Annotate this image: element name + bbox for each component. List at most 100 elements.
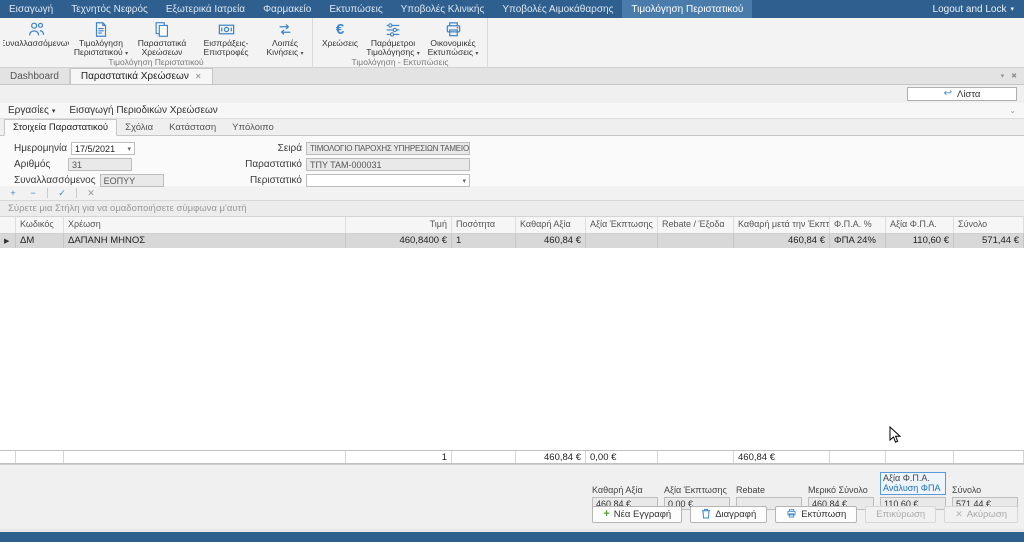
totals-panel: Καθαρή Αξία 460,84 € Αξία Έκπτωσης 0,00 … xyxy=(592,472,1018,510)
series-label: Σειρά xyxy=(238,143,302,154)
ribbon-tab-texnitos-nefros[interactable]: Τεχνητός Νεφρός xyxy=(62,0,157,18)
cell-synolo: 571,44 € xyxy=(954,234,1024,248)
new-record-button[interactable]: + Νέα Εγγραφή xyxy=(592,506,682,523)
payments-icon xyxy=(217,20,236,39)
form-tab-katastasi[interactable]: Κατάσταση xyxy=(161,120,224,135)
ribbon-button-label: Συναλλασσόμενων xyxy=(3,38,69,48)
grid-header-kodikos[interactable]: Κωδικός xyxy=(16,217,64,233)
action-button-row: + Νέα Εγγραφή Διαγραφή Εκτύπωση xyxy=(592,506,1018,523)
grid-header-rebate-eksoda[interactable]: Rebate / Έξοδα xyxy=(658,217,734,233)
ribbon-tab-ypovoles-klinikis[interactable]: Υποβολές Κλινικής xyxy=(392,0,494,18)
cell-rebate-eksoda xyxy=(658,234,734,248)
form-tab-sxolia[interactable]: Σχόλια xyxy=(117,120,161,135)
ribbon-group-timologisi-ektyposeis: € Χρεώσεις Παράμετροι Τιμολόγησης ▾ xyxy=(313,18,488,67)
printer-icon xyxy=(786,508,797,522)
plus-icon: + xyxy=(603,509,609,520)
grid-header-aksia-ekptosis[interactable]: Αξία Έκπτωσης xyxy=(586,217,658,233)
view-subheader: ↩ Λίστα xyxy=(0,85,1024,103)
cancel-label: Ακύρωση xyxy=(967,509,1007,520)
date-field[interactable]: 17/5/2021 ▾ xyxy=(71,142,135,155)
close-icon[interactable]: ✕ xyxy=(195,72,202,81)
grid-row[interactable]: ▶ ΔΜ ΔΑΠΑΝΗ ΜΗΝΟΣ 460,8400 € 1 460,84 € … xyxy=(0,234,1024,248)
ribbon-tab-exoterika-iatreia[interactable]: Εξωτερικά Ιατρεία xyxy=(157,0,254,18)
ribbon-button-label: Λοιπές Κινήσεις xyxy=(267,38,299,57)
documents-icon xyxy=(153,20,171,39)
cell-kathari-meta-ekpt: 460,84 € xyxy=(734,234,830,248)
x-icon: ✕ xyxy=(87,188,95,199)
print-button[interactable]: Εκτύπωση xyxy=(775,506,857,523)
trash-icon xyxy=(701,508,711,522)
validate-button: Επικύρωση xyxy=(865,506,936,523)
contacts-icon xyxy=(27,20,46,39)
application-window: Εισαγωγή Τεχνητός Νεφρός Εξωτερικά Ιατρε… xyxy=(0,0,1024,542)
mouse-cursor xyxy=(889,426,901,444)
toolbar-separator xyxy=(47,188,48,198)
add-row-button[interactable]: + xyxy=(4,187,22,200)
form-tab-ypoloipo[interactable]: Υπόλοιπο xyxy=(224,120,282,135)
delete-button[interactable]: Διαγραφή xyxy=(690,506,767,523)
collapse-chevron-icon[interactable]: ⌄ xyxy=(1009,106,1016,115)
ribbon-button-parametroi-timologisis[interactable]: Παράμετροι Τιμολόγησης ▾ xyxy=(364,19,422,57)
ribbon-tab-timologisi-peristatikou[interactable]: Τιμολόγηση Περιστατικού xyxy=(622,0,752,18)
cell-aksia-ekptosis xyxy=(586,234,658,248)
cell-kathari-aksia: 460,84 € xyxy=(516,234,586,248)
tab-list-chevron-icon[interactable]: ▾ xyxy=(1001,72,1005,80)
form-tab-stoixeia-parastatikou[interactable]: Στοιχεία Παραστατικού xyxy=(4,119,117,136)
ribbon-tab-farmakeio[interactable]: Φαρμακείο xyxy=(254,0,320,18)
number-label: Αριθμός xyxy=(14,159,64,170)
periodic-charges-menu-item[interactable]: Εισαγωγή Περιοδικών Χρεώσεων xyxy=(69,105,217,116)
logout-button[interactable]: Logout and Lock ▾ xyxy=(923,0,1024,18)
vat-analysis-link[interactable]: Ανάλυση ΦΠΑ xyxy=(883,483,943,493)
ribbon-button-label: Εισπράξεις-Επιστροφές xyxy=(204,38,249,57)
ribbon-button-label: Τιμολόγηση Περιστατικού xyxy=(74,38,123,57)
cancel-edit-button[interactable]: ✕ xyxy=(82,187,100,200)
plus-icon: + xyxy=(10,188,15,198)
euro-icon: € xyxy=(336,20,344,39)
document-field: ΤΠΥ ΤΑΜ-000031 xyxy=(306,158,470,171)
grid-body[interactable] xyxy=(0,248,1024,450)
doc-tab-label: Παραστατικά Χρεώσεων xyxy=(81,71,189,82)
ribbon-button-synallassomenon[interactable]: Συναλλασσόμενων xyxy=(3,19,69,57)
apply-button[interactable]: ✓ xyxy=(53,187,71,200)
ribbon-tab-eisagogi[interactable]: Εισαγωγή xyxy=(0,0,62,18)
tab-close-icon[interactable]: ✖ xyxy=(1011,72,1017,80)
series-field: ΤΙΜΟΛΟΓΙΟ ΠΑΡΟΧΗΣ ΥΠΗΡΕΣΙΩΝ ΤΑΜΕΙΟΥ xyxy=(306,142,470,155)
grid-header-fpa-pct[interactable]: Φ.Π.Α. % xyxy=(830,217,886,233)
delete-label: Διαγραφή xyxy=(715,509,756,520)
chevron-down-icon: ▾ xyxy=(128,145,132,153)
ribbon-button-oikonomikes-ektyposeis[interactable]: Οικονομικές Εκτυπώσεις ▾ xyxy=(422,19,484,57)
minus-icon: − xyxy=(30,188,35,198)
toolbar-separator xyxy=(76,188,77,198)
grid-header-xreosi[interactable]: Χρέωση xyxy=(64,217,346,233)
grid-header-aksia-fpa[interactable]: Αξία Φ.Π.Α. xyxy=(886,217,954,233)
doc-tab-parastatika-xreoseon[interactable]: Παραστατικά Χρεώσεων ✕ xyxy=(70,68,213,84)
grid-header-synolo[interactable]: Σύνολο xyxy=(954,217,1024,233)
settings-icon xyxy=(384,20,402,39)
total-grand-label: Σύνολο xyxy=(952,485,1018,495)
ribbon-button-xreoseis[interactable]: € Χρεώσεις xyxy=(316,19,364,57)
incident-combo[interactable]: ▾ xyxy=(306,174,470,187)
grid-header-kathari-meta-ekpt[interactable]: Καθαρή μετά την Έκπτ. xyxy=(734,217,830,233)
grid-header-posotita[interactable]: Ποσότητα xyxy=(452,217,516,233)
ribbon-button-eisprakseis-epistrofes[interactable]: Εισπράξεις-Επιστροφές xyxy=(191,19,261,57)
ribbon-group-caption: Τιμολόγηση - Εκτυπώσεις xyxy=(313,57,487,68)
grid-header-timi[interactable]: Τιμή xyxy=(346,217,452,233)
ribbon-button-loipes-kiniseis[interactable]: Λοιπές Κινήσεις ▾ xyxy=(261,19,309,57)
cancel-button: ✕ Ακύρωση xyxy=(944,506,1018,523)
ribbon-tab-ektyposeis[interactable]: Εκτυπώσεις xyxy=(320,0,391,18)
doc-tab-dashboard[interactable]: Dashboard xyxy=(0,68,70,84)
tasks-menu[interactable]: Εργασίες ▾ xyxy=(8,105,55,116)
ribbon-button-label: Οικονομικές Εκτυπώσεις xyxy=(428,38,476,57)
list-button[interactable]: ↩ Λίστα xyxy=(907,87,1017,101)
incident-label: Περιστατικό xyxy=(238,175,302,186)
grid-group-panel[interactable]: Σύρετε μια Στήλη για να ομαδοποιήσετε σύ… xyxy=(0,201,1024,217)
ribbon-button-parastatika-xreoseon[interactable]: Παραστατικά Χρεώσεων xyxy=(133,19,191,57)
cell-posotita: 1 xyxy=(452,234,516,248)
ribbon-tab-ypovoles-aimokatharsis[interactable]: Υποβολές Αιμοκάθαρσης xyxy=(493,0,622,18)
tasks-menu-label: Εργασίες xyxy=(8,105,49,116)
ribbon-button-timologisi-peristatikou[interactable]: Τιμολόγηση Περιστατικού ▾ xyxy=(69,19,133,57)
chevron-down-icon: ▾ xyxy=(462,177,466,185)
grid-header-kathari-aksia[interactable]: Καθαρή Αξία xyxy=(516,217,586,233)
document-value: ΤΠΥ ΤΑΜ-000031 xyxy=(310,160,382,170)
remove-row-button[interactable]: − xyxy=(24,187,42,200)
